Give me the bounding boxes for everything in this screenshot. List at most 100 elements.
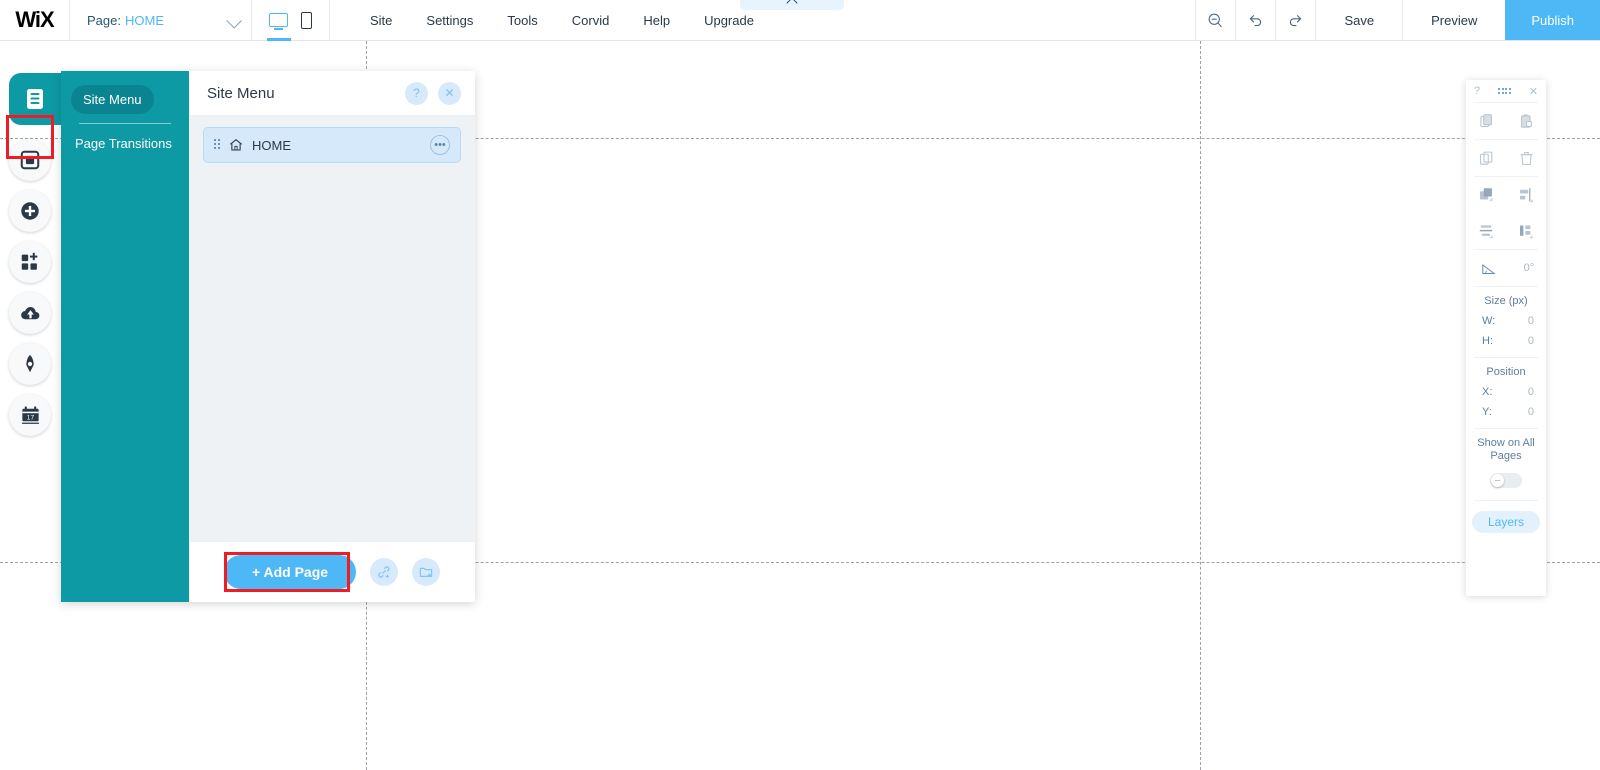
menu-item-settings[interactable]: Settings bbox=[426, 13, 473, 28]
desktop-view-toggle[interactable] bbox=[267, 0, 291, 41]
rotation-value[interactable]: 0° bbox=[1524, 262, 1535, 274]
sidebar-item-add[interactable] bbox=[9, 190, 51, 232]
rotate-angle-icon bbox=[1482, 263, 1497, 274]
panel-close-button[interactable]: ✕ bbox=[438, 81, 461, 105]
height-label: H: bbox=[1482, 335, 1493, 347]
site-menu-panel: Site Menu Page Transitions Site Menu ? ✕ bbox=[61, 71, 475, 602]
main-menu: Site Settings Tools Corvid Help Upgrade bbox=[330, 0, 754, 40]
zoom-out-icon bbox=[1209, 13, 1223, 27]
sidebar-item-app-market[interactable] bbox=[9, 241, 51, 283]
clipboard-row bbox=[1466, 103, 1546, 139]
arrange-align-row bbox=[1466, 177, 1546, 213]
page-selector[interactable]: Page: HOME bbox=[70, 0, 252, 40]
drag-grip-icon[interactable] bbox=[1498, 88, 1511, 94]
add-folder-button[interactable] bbox=[412, 558, 441, 586]
pages-list: HOME ••• bbox=[189, 115, 475, 542]
pages-menu-icon bbox=[27, 89, 43, 109]
align-icon bbox=[1520, 188, 1533, 203]
collapse-toolbar-tab[interactable] bbox=[740, 0, 844, 10]
panel-title: Site Menu bbox=[207, 84, 275, 102]
guide-vertical-right bbox=[1200, 41, 1201, 770]
pen-nib-icon bbox=[26, 354, 34, 373]
tab-page-transitions[interactable]: Page Transitions bbox=[61, 124, 189, 151]
sidebar-item-pages[interactable] bbox=[9, 73, 61, 125]
layers-button[interactable]: Layers bbox=[1471, 511, 1541, 533]
tab-site-menu[interactable]: Site Menu bbox=[71, 85, 154, 114]
match-size-button[interactable] bbox=[1515, 220, 1537, 242]
panel-footer: + Add Page bbox=[189, 542, 475, 602]
publish-button[interactable]: Publish bbox=[1505, 0, 1600, 40]
device-toggle-group bbox=[252, 0, 330, 41]
height-field[interactable]: H: 0 bbox=[1466, 331, 1546, 351]
show-on-all-pages-toggle[interactable] bbox=[1490, 473, 1522, 488]
more-options-icon[interactable]: ••• bbox=[430, 135, 450, 155]
menu-item-upgrade[interactable]: Upgrade bbox=[704, 13, 754, 28]
duplicate-icon bbox=[1479, 151, 1492, 165]
position-y-field[interactable]: Y: 0 bbox=[1466, 402, 1546, 422]
duplicate-delete-row bbox=[1466, 140, 1546, 176]
arrange-button[interactable] bbox=[1475, 184, 1497, 206]
properties-close-button[interactable]: ✕ bbox=[1529, 85, 1538, 98]
zoom-out-button[interactable] bbox=[1195, 0, 1235, 40]
distribute-match-row bbox=[1466, 213, 1546, 249]
position-x-label: X: bbox=[1482, 386, 1493, 398]
cloud-upload-icon bbox=[20, 306, 39, 319]
sidebar-item-bookings[interactable]: 17 bbox=[9, 394, 51, 436]
add-folder-icon bbox=[419, 567, 433, 577]
copy-button[interactable] bbox=[1475, 110, 1497, 132]
mobile-view-toggle[interactable] bbox=[301, 0, 312, 41]
menu-item-tools[interactable]: Tools bbox=[507, 13, 537, 28]
calendar-icon: 17 bbox=[21, 405, 39, 424]
properties-help-button[interactable]: ? bbox=[1474, 85, 1480, 97]
plus-circle-icon bbox=[21, 202, 39, 220]
add-link-icon bbox=[378, 566, 390, 578]
wix-logo[interactable]: WiX bbox=[0, 0, 70, 40]
delete-button[interactable] bbox=[1515, 147, 1537, 169]
width-field[interactable]: W: 0 bbox=[1466, 311, 1546, 331]
home-icon bbox=[229, 139, 243, 151]
menu-item-corvid[interactable]: Corvid bbox=[572, 13, 610, 28]
panel-main: Site Menu ? ✕ HOME ••• + Add Page bbox=[189, 71, 475, 602]
preview-button[interactable]: Preview bbox=[1402, 0, 1505, 40]
position-x-field[interactable]: X: 0 bbox=[1466, 382, 1546, 402]
panel-header-actions: ? ✕ bbox=[405, 81, 461, 105]
redo-icon bbox=[1290, 14, 1302, 26]
chevron-down-icon[interactable] bbox=[226, 13, 242, 29]
duplicate-button[interactable] bbox=[1475, 147, 1497, 169]
top-toolbar: WiX Page: HOME Site Settings Tools Corvi… bbox=[0, 0, 1600, 41]
list-item[interactable]: HOME ••• bbox=[203, 127, 461, 163]
background-square-icon bbox=[20, 150, 40, 170]
paste-icon bbox=[1520, 113, 1532, 128]
align-button[interactable] bbox=[1515, 184, 1537, 206]
paste-button[interactable] bbox=[1515, 110, 1537, 132]
width-value[interactable]: 0 bbox=[1528, 315, 1534, 327]
drag-handle-icon[interactable] bbox=[214, 139, 220, 151]
position-x-value[interactable]: 0 bbox=[1528, 386, 1534, 398]
distribute-button[interactable] bbox=[1475, 220, 1497, 242]
desktop-icon bbox=[269, 13, 288, 30]
close-icon: ✕ bbox=[444, 86, 455, 100]
page-selector-label: Page: bbox=[87, 12, 121, 28]
add-link-button[interactable] bbox=[370, 558, 399, 586]
panel-help-button[interactable]: ? bbox=[405, 81, 428, 105]
undo-icon bbox=[1250, 14, 1262, 26]
rotate-button[interactable] bbox=[1478, 257, 1500, 279]
sidebar-item-media[interactable] bbox=[9, 292, 51, 334]
sidebar-item-background[interactable] bbox=[9, 139, 51, 181]
position-section-title: Position bbox=[1486, 366, 1526, 378]
save-button[interactable]: Save bbox=[1315, 0, 1402, 40]
undo-button[interactable] bbox=[1235, 0, 1275, 40]
top-actions: Save Preview Publish bbox=[1195, 0, 1600, 40]
divider bbox=[1474, 500, 1538, 501]
match-size-icon bbox=[1520, 225, 1533, 239]
page-selector-value: HOME bbox=[124, 12, 164, 28]
left-sidebar: 17 bbox=[0, 41, 61, 770]
menu-item-site[interactable]: Site bbox=[370, 13, 392, 28]
arrange-layers-icon bbox=[1480, 188, 1493, 201]
sidebar-item-blog[interactable] bbox=[9, 343, 51, 385]
menu-item-help[interactable]: Help bbox=[643, 13, 670, 28]
add-page-button[interactable]: + Add Page bbox=[223, 555, 357, 589]
redo-button[interactable] bbox=[1275, 0, 1315, 40]
height-value[interactable]: 0 bbox=[1528, 335, 1534, 347]
position-y-value[interactable]: 0 bbox=[1528, 406, 1534, 418]
